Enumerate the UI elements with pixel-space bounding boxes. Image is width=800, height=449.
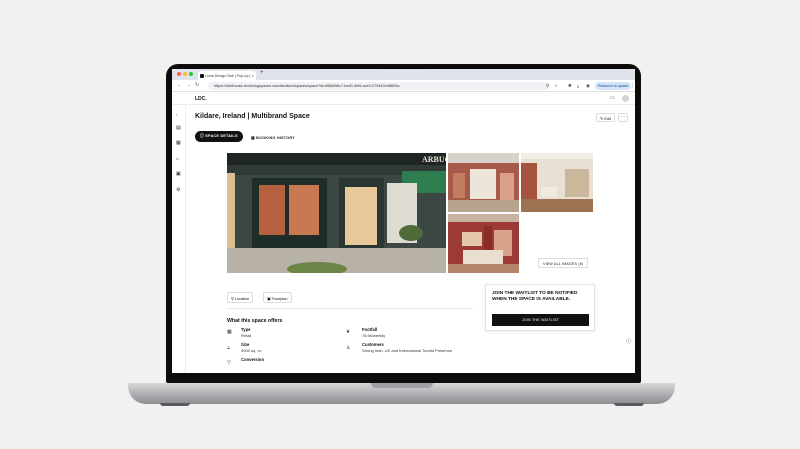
window-close-dot[interactable] [177, 72, 181, 76]
type-value: Retail [241, 333, 252, 338]
sidebar: › ▤ ▦ ⌂ ▣ ⚙ [172, 105, 186, 373]
extensions-icon[interactable]: ✱ [568, 83, 572, 89]
document-icon[interactable]: ▤ [176, 126, 181, 131]
browser-tab[interactable]: Luma Design Club | Pop-Up ( × [198, 71, 256, 80]
customers-label: Customers [362, 342, 384, 347]
store-icon[interactable]: ⌂ [176, 157, 179, 162]
tab-booking-history[interactable]: ▦ BOOKING HISTORY [245, 131, 301, 142]
view-all-images-button[interactable]: VIEW ALL IMAGES (6) [538, 258, 589, 268]
size-label: Size [241, 342, 250, 347]
size-value: 3000 sq. m. [241, 348, 262, 353]
funnel-icon: ▽ [227, 360, 231, 366]
download-icon[interactable]: ⤓ [577, 83, 579, 88]
location-button[interactable]: ⚲ Location [227, 292, 254, 303]
storefront-photo[interactable]: ARBUC [227, 153, 446, 273]
store-icon: ▦ [227, 329, 232, 335]
app-logo[interactable]: LDC. [195, 96, 207, 102]
menu-icon[interactable]: ⋮ [630, 83, 635, 89]
edit-button[interactable]: ✎ Edit [596, 113, 615, 122]
storefront-sign-text: ARBUC [422, 155, 446, 164]
join-waitlist-button[interactable]: JOIN THE WAITLIST [492, 314, 589, 326]
divider [227, 308, 473, 309]
collapse-sidebar-icon[interactable]: › [176, 112, 177, 117]
relaunch-button[interactable]: Relaunch to update [595, 82, 632, 90]
avatar[interactable] [622, 95, 629, 102]
laptop-screen: Luma Design Club | Pop-Up ( × + ← → ↻ ht… [172, 69, 635, 373]
laptop-foot [614, 403, 644, 406]
app-header: LDC. ▭ [172, 92, 635, 105]
interior-image-2 [521, 153, 593, 212]
bookmark-icon[interactable]: ☆ [554, 83, 558, 89]
floorplan-button[interactable]: ▣ Floorplan [263, 292, 292, 303]
footfall-value: 78.9k/weekly [362, 333, 386, 338]
forward-arrow-icon[interactable]: → [186, 82, 191, 88]
conversion-label: Conversion [241, 357, 265, 362]
edit-label: Edit [604, 116, 611, 121]
window-minimize-dot[interactable] [183, 72, 187, 76]
type-label: Type [241, 327, 251, 332]
interior-photo-1[interactable] [448, 153, 519, 212]
footsteps-icon: ❦ [346, 329, 351, 335]
tab-favicon-icon [200, 73, 204, 78]
location-label: Location [234, 296, 250, 301]
offers-heading: What this space offers [227, 318, 283, 324]
profile-icon[interactable]: ◉ [586, 83, 590, 89]
laptop-foot [160, 403, 190, 406]
laptop-lid: Luma Design Club | Pop-Up ( × + ← → ↻ ht… [166, 64, 641, 383]
storefront-image: ARBUC [227, 153, 446, 273]
window-zoom-dot[interactable] [189, 72, 193, 76]
waitlist-card: JOIN THE WAITLIST TO BE NOTIFIED WHEN TH… [485, 284, 595, 331]
new-tab-icon[interactable]: + [260, 70, 264, 76]
interior-image-1 [448, 153, 519, 212]
tab-label: BOOKING HISTORY [256, 136, 295, 140]
customers-value: Strong Irish, UK and International Touri… [362, 348, 452, 353]
back-arrow-icon[interactable]: ← [177, 82, 182, 88]
site-info-icon[interactable]: ⚲ [546, 83, 549, 89]
laptop-groove [371, 383, 433, 388]
tab-label: SPACE DETAILS [205, 134, 238, 138]
interior-image-3 [448, 214, 519, 273]
address-bar[interactable]: https://clubhouse.revelvingspaces.com/la… [208, 82, 550, 90]
tab-close-icon[interactable]: × [252, 73, 254, 78]
tab-title: Luma Design Club | Pop-Up ( [205, 73, 251, 78]
footfall-label: Footfall [362, 327, 378, 332]
chat-icon[interactable]: ▭ [610, 95, 615, 101]
calendar-icon[interactable]: ▦ [176, 141, 181, 146]
interior-photo-3[interactable] [448, 214, 519, 273]
browser-tab-bar: Luma Design Club | Pop-Up ( × + [172, 69, 635, 80]
settings-icon[interactable]: ⚙ [176, 188, 180, 193]
user-icon: ♙ [346, 345, 351, 351]
edit-icon: ✎ [600, 116, 604, 121]
tab-space-details[interactable]: ⓘ SPACE DETAILS [195, 131, 243, 142]
more-options-button[interactable]: ··· [618, 113, 628, 122]
floorplan-label: Floorplan [271, 296, 288, 301]
page-title: Kildare, Ireland | Multibrand Space [195, 113, 310, 120]
browser-toolbar: ← → ↻ https://clubhouse.revelvingspaces.… [172, 80, 635, 92]
laptop-base [128, 383, 675, 404]
waitlist-text: JOIN THE WAITLIST TO BE NOTIFIED WHEN TH… [492, 291, 578, 303]
image-icon[interactable]: ▣ [176, 172, 181, 177]
reload-icon[interactable]: ↻ [195, 82, 199, 88]
interior-photo-2[interactable] [521, 153, 593, 212]
help-icon[interactable]: ⓘ [626, 337, 632, 345]
ruler-icon: ⟂ [227, 345, 231, 351]
url-text: https://clubhouse.revelvingspaces.com/la… [214, 83, 400, 88]
